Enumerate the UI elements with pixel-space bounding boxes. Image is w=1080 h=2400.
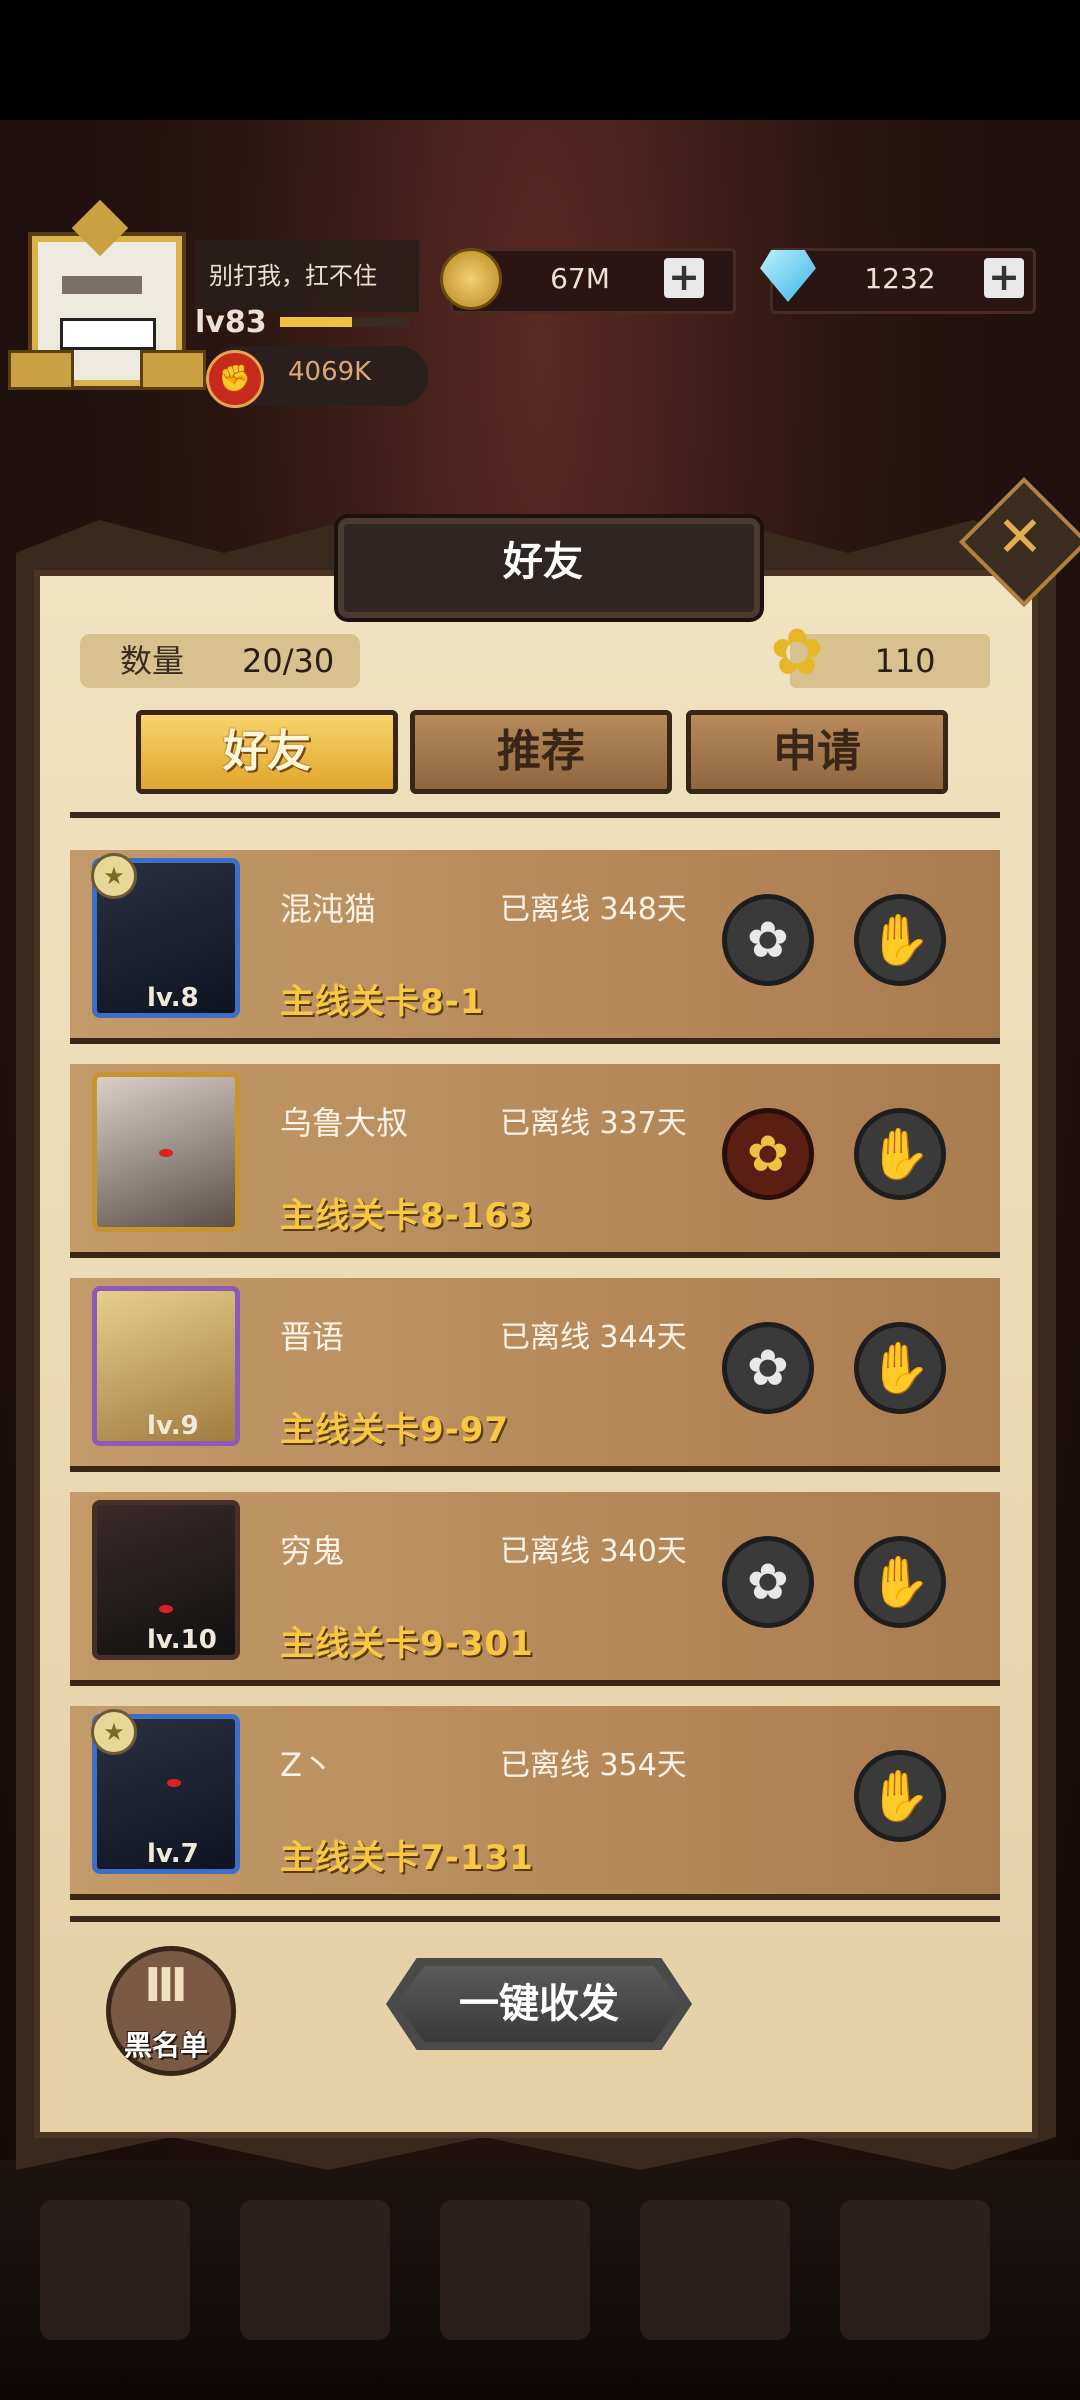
receive-flower-button[interactable]: ✿ bbox=[722, 1322, 814, 1414]
add-gold-button[interactable]: + bbox=[664, 258, 704, 298]
tab-friends[interactable]: 好友 bbox=[136, 710, 398, 794]
friend-stage: 主线关卡9-301 bbox=[280, 1624, 534, 1664]
hand-flower-icon: ✋ bbox=[868, 1125, 932, 1183]
friend-name: 晋语 bbox=[280, 1318, 345, 1356]
add-diamond-button[interactable]: + bbox=[984, 258, 1024, 298]
friend-stage: 主线关卡8-1 bbox=[280, 982, 485, 1022]
bandage-icon bbox=[62, 276, 142, 294]
friend-row[interactable]: 乌鲁大叔 已离线 337天 主线关卡8-163 ✿ ✋ bbox=[70, 1064, 1000, 1266]
offline-status: 已离线 348天 bbox=[500, 892, 687, 927]
hand-flower-icon: ✋ bbox=[868, 1767, 932, 1825]
flower-icon: ✿ bbox=[770, 616, 824, 690]
offline-status: 已离线 337天 bbox=[500, 1106, 687, 1141]
player-level: lv83 bbox=[195, 305, 267, 340]
friend-portrait[interactable]: ★ lv.7 bbox=[91, 1709, 240, 1874]
receive-flower-button[interactable]: ✿ bbox=[722, 894, 814, 986]
red-eye-icon bbox=[159, 1605, 173, 1613]
portrait-level: lv.7 bbox=[147, 1839, 199, 1869]
tab-recommend[interactable]: 推荐 bbox=[410, 710, 672, 794]
offline-status: 已离线 340天 bbox=[500, 1534, 687, 1569]
send-flower-button[interactable]: ✋ bbox=[854, 1536, 946, 1628]
send-flower-button[interactable]: ✋ bbox=[854, 1108, 946, 1200]
friend-name: 穷鬼 bbox=[280, 1532, 345, 1570]
flower-icon: ✿ bbox=[747, 1125, 789, 1183]
power-value: 4069K bbox=[288, 357, 372, 387]
count-value: 20/30 bbox=[242, 642, 335, 680]
blacklist-icon: Ⅲ bbox=[144, 1958, 188, 2012]
coin-icon bbox=[440, 248, 502, 310]
gold-value: 67M bbox=[550, 262, 610, 295]
portrait-level: lv.8 bbox=[147, 983, 199, 1013]
tab-requests[interactable]: 申请 bbox=[686, 710, 948, 794]
star-badge-icon: ★ bbox=[91, 853, 137, 899]
hand-flower-icon: ✋ bbox=[868, 1553, 932, 1611]
dock-tile bbox=[840, 2200, 990, 2340]
star-badge-icon: ★ bbox=[91, 1709, 137, 1755]
xp-bar bbox=[280, 317, 352, 327]
friend-stage: 主线关卡8-163 bbox=[280, 1196, 534, 1236]
send-flower-button[interactable]: ✋ bbox=[854, 1322, 946, 1414]
close-icon[interactable]: ✕ bbox=[978, 496, 1062, 580]
offline-status: 已离线 344天 bbox=[500, 1320, 687, 1355]
flower-icon: ✿ bbox=[747, 1339, 789, 1397]
friend-portrait[interactable]: lv.10 bbox=[92, 1500, 240, 1660]
friend-stage: 主线关卡7-131 bbox=[280, 1838, 534, 1878]
offline-status: 已离线 354天 bbox=[500, 1748, 687, 1783]
friend-row[interactable]: lv.10 穷鬼 已离线 340天 主线关卡9-301 ✿ ✋ bbox=[70, 1492, 1000, 1694]
right-wing-icon bbox=[140, 350, 206, 390]
flower-count: 110 bbox=[874, 642, 936, 680]
hand-flower-icon: ✋ bbox=[868, 1339, 932, 1397]
friend-name: Z丶 bbox=[280, 1746, 334, 1784]
friend-portrait[interactable]: ★ lv.8 bbox=[91, 853, 240, 1018]
list-divider bbox=[70, 1916, 1000, 1922]
left-wing-icon bbox=[8, 350, 74, 390]
friend-stage: 主线关卡9-97 bbox=[280, 1410, 510, 1450]
friend-portrait[interactable] bbox=[92, 1072, 240, 1232]
friend-row[interactable]: ★ lv.7 Z丶 已离线 354天 主线关卡7-131 ✋ bbox=[70, 1706, 1000, 1908]
flower-icon: ✿ bbox=[747, 911, 789, 969]
panel-title: 好友 bbox=[503, 539, 583, 585]
red-eye-icon bbox=[167, 1779, 181, 1787]
blacklist-label[interactable]: 黑名单 bbox=[96, 2024, 236, 2064]
teeth-icon bbox=[60, 318, 156, 350]
player-name: 别打我，扛不住 bbox=[195, 240, 419, 312]
list-divider bbox=[70, 812, 1000, 818]
friend-list[interactable]: ★ lv.8 混沌猫 已离线 348天 主线关卡8-1 ✿ ✋ 乌鲁大叔 已离线… bbox=[70, 812, 1010, 1932]
friend-name: 乌鲁大叔 bbox=[280, 1104, 409, 1142]
red-eye-icon bbox=[159, 1149, 173, 1157]
friend-portrait[interactable]: lv.9 bbox=[92, 1286, 240, 1446]
diamond-value: 1232 bbox=[864, 262, 936, 295]
fist-icon: ✊ bbox=[206, 350, 264, 408]
friend-name: 混沌猫 bbox=[280, 890, 377, 928]
one-key-collect-send-button[interactable]: 一键收发 bbox=[386, 1958, 692, 2050]
send-flower-button[interactable]: ✋ bbox=[854, 1750, 946, 1842]
dock-tile bbox=[240, 2200, 390, 2340]
count-label: 数量 bbox=[120, 642, 185, 680]
dock-tile bbox=[640, 2200, 790, 2340]
friend-row[interactable]: ★ lv.8 混沌猫 已离线 348天 主线关卡8-1 ✿ ✋ bbox=[70, 850, 1000, 1052]
flower-icon: ✿ bbox=[747, 1553, 789, 1611]
dock-tile bbox=[40, 2200, 190, 2340]
receive-flower-button[interactable]: ✿ bbox=[722, 1108, 814, 1200]
receive-flower-button[interactable]: ✿ bbox=[722, 1536, 814, 1628]
send-flower-button[interactable]: ✋ bbox=[854, 894, 946, 986]
friend-row[interactable]: lv.9 晋语 已离线 344天 主线关卡9-97 ✿ ✋ bbox=[70, 1278, 1000, 1480]
hand-flower-icon: ✋ bbox=[868, 911, 932, 969]
dock-tile bbox=[440, 2200, 590, 2340]
portrait-level: lv.9 bbox=[147, 1411, 199, 1441]
portrait-level: lv.10 bbox=[147, 1625, 217, 1655]
